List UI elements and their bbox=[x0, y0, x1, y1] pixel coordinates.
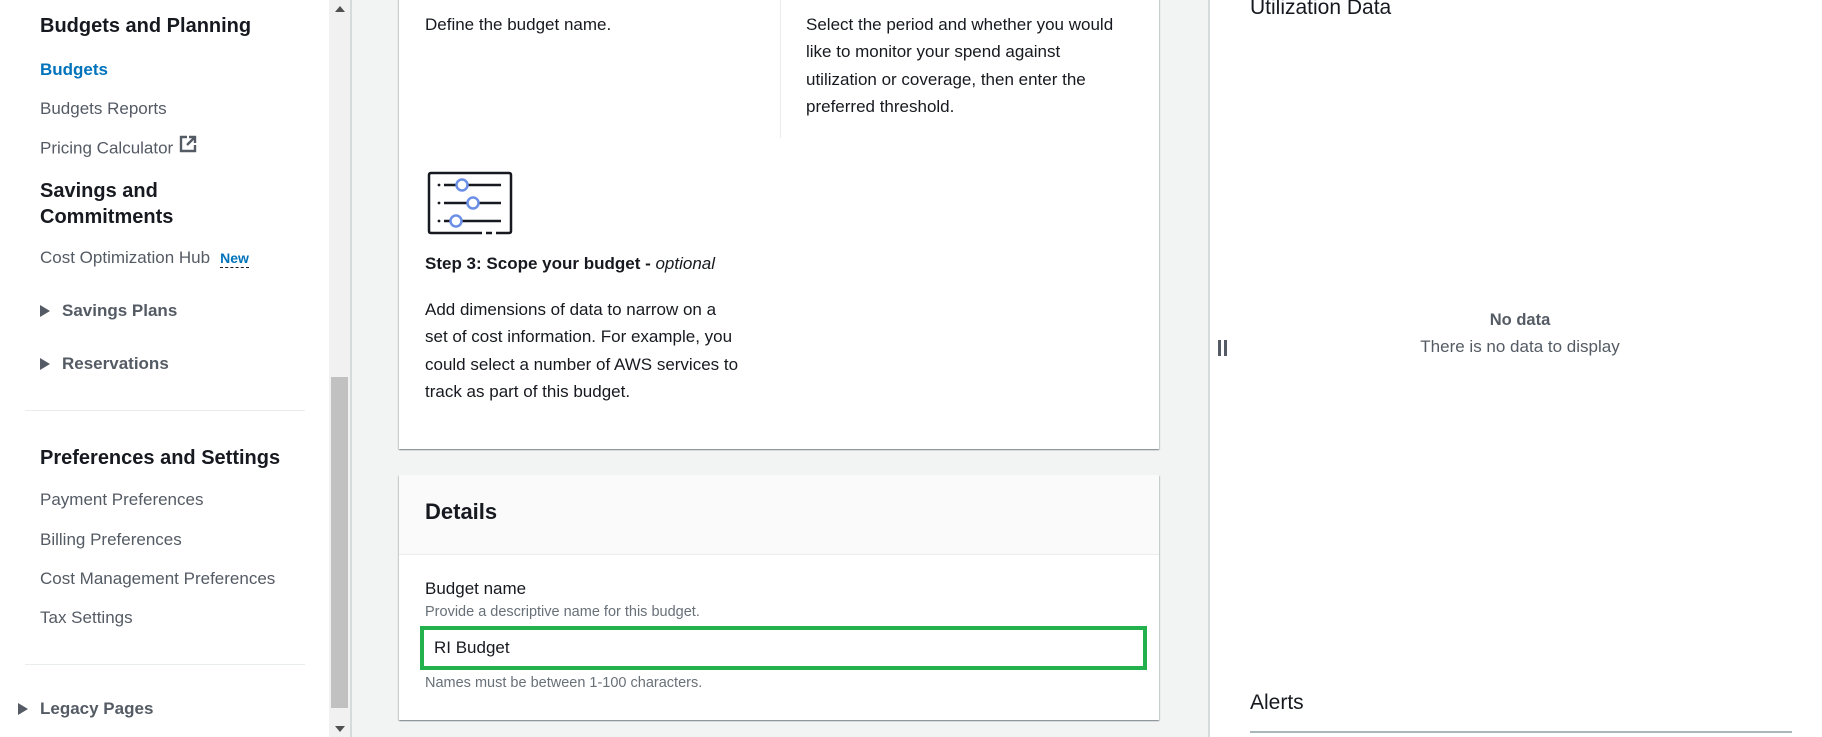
alerts-divider bbox=[1250, 731, 1792, 733]
step3-line: Add dimensions of data to narrow on a bbox=[425, 300, 717, 319]
budget-name-input[interactable] bbox=[420, 626, 1147, 670]
no-data-title: No data bbox=[1489, 311, 1551, 329]
savings-heading-line1: Savings and bbox=[40, 180, 158, 202]
step3-line: could select a number of AWS services to bbox=[425, 354, 739, 374]
budget-name-label: Budget name bbox=[425, 579, 527, 598]
details-title: Details bbox=[425, 499, 498, 524]
column-divider bbox=[780, 0, 781, 138]
budget-name-hint: Provide a descriptive name for this budg… bbox=[425, 604, 700, 620]
step3-description: Add dimensions of data to narrow on a se… bbox=[425, 296, 765, 405]
step2-line: preferred threshold. bbox=[806, 96, 955, 116]
sidebar-border bbox=[350, 0, 352, 737]
sidebar-nav: Budgets and Planning Budgets Budgets Rep… bbox=[0, 0, 329, 737]
nav-link-cost-optimization-hub[interactable]: Cost Optimization Hub New bbox=[40, 247, 249, 269]
scrollbar-thumb[interactable] bbox=[331, 377, 348, 708]
scroll-up-arrow-icon[interactable] bbox=[335, 6, 345, 12]
nav-expand-legacy-pages[interactable]: Legacy Pages bbox=[18, 698, 153, 720]
alerts-title: Alerts bbox=[1250, 691, 1304, 714]
nav-heading-savings-commitments: Savings and Commitments bbox=[40, 178, 173, 230]
scroll-down-arrow-icon[interactable] bbox=[335, 726, 345, 732]
step2-line: utilization or coverage, then enter the bbox=[806, 69, 1086, 89]
caret-right-icon bbox=[18, 702, 28, 715]
step3-line: set of cost information. For example, yo… bbox=[425, 327, 733, 347]
nav-link-tax-settings[interactable]: Tax Settings bbox=[40, 607, 133, 629]
panel-resize-handle-icon[interactable] bbox=[1218, 340, 1228, 356]
details-header: Details bbox=[399, 475, 1159, 555]
nav-link-cost-management-preferences[interactable]: Cost Management Preferences bbox=[40, 568, 275, 590]
nav-divider bbox=[25, 410, 305, 411]
nav-link-budgets[interactable]: Budgets bbox=[40, 59, 108, 81]
step3-line: track as part of this budget. bbox=[425, 381, 631, 401]
scope-sliders-icon bbox=[426, 171, 514, 242]
how-it-works-card: Define the budget name. Select the perio… bbox=[399, 0, 1159, 449]
pricing-calculator-label: Pricing Calculator bbox=[40, 138, 174, 158]
nav-expand-savings-plans[interactable]: Savings Plans bbox=[40, 300, 177, 322]
step1-description: Define the budget name. bbox=[425, 15, 612, 34]
step2-description: Select the period and whether you would … bbox=[806, 11, 1146, 120]
nav-link-billing-preferences[interactable]: Billing Preferences bbox=[40, 529, 182, 551]
step2-line: Select the period and whether you would bbox=[806, 15, 1114, 34]
step3-title: Step 3: Scope your budget - optional bbox=[425, 254, 715, 274]
nav-link-pricing-calculator[interactable]: Pricing Calculator bbox=[40, 135, 197, 161]
legacy-pages-label: Legacy Pages bbox=[40, 699, 154, 718]
no-data-message: No data There is no data to display bbox=[1370, 311, 1670, 357]
info-side-panel bbox=[1208, 0, 1822, 737]
nav-expand-reservations[interactable]: Reservations bbox=[40, 353, 169, 375]
nav-heading-preferences-settings: Preferences and Settings bbox=[40, 447, 281, 469]
savings-plans-label: Savings Plans bbox=[62, 301, 178, 320]
caret-right-icon bbox=[40, 357, 50, 370]
no-data-subtitle: There is no data to display bbox=[1420, 337, 1620, 356]
external-link-icon bbox=[179, 135, 197, 159]
details-card: Details Budget name Provide a descriptiv… bbox=[399, 475, 1159, 720]
caret-right-icon bbox=[40, 304, 50, 317]
budget-name-constraint: Names must be between 1-100 characters. bbox=[425, 675, 703, 691]
cost-optimization-hub-label: Cost Optimization Hub bbox=[40, 248, 211, 267]
reservations-label: Reservations bbox=[62, 354, 169, 373]
nav-link-budgets-reports[interactable]: Budgets Reports bbox=[40, 98, 167, 120]
optional-label: optional bbox=[655, 254, 716, 273]
nav-divider bbox=[25, 664, 305, 665]
nav-link-payment-preferences[interactable]: Payment Preferences bbox=[40, 489, 203, 511]
utilization-data-title: Utilization Data bbox=[1250, 0, 1392, 19]
savings-heading-line2: Commitments bbox=[40, 206, 174, 228]
step3-title-text: Step 3: Scope your budget - bbox=[425, 254, 656, 273]
nav-heading-budgets-planning: Budgets and Planning bbox=[40, 15, 252, 37]
new-badge[interactable]: New bbox=[220, 250, 249, 268]
step2-line: like to monitor your spend against bbox=[806, 42, 1061, 62]
